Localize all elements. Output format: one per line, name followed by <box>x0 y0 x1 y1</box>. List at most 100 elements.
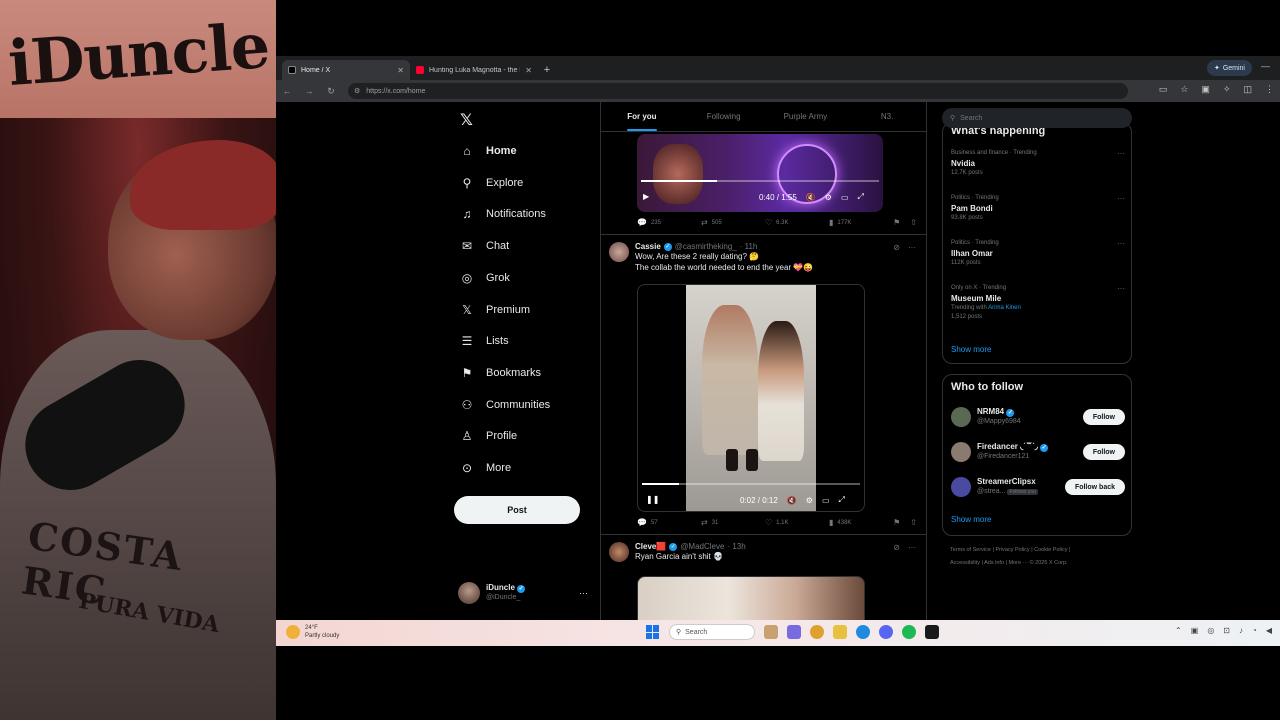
trend-item[interactable]: Politics · Trending Ilhan Omar 112K post… <box>951 239 1125 268</box>
tweet3-media[interactable] <box>637 576 865 620</box>
repost-button[interactable]: ⇄ 505 <box>701 218 765 227</box>
terminal-icon[interactable] <box>925 625 939 639</box>
tab-for-you[interactable]: For you <box>601 102 683 131</box>
views-button[interactable]: ▮ 438K <box>829 518 893 527</box>
tweet-time[interactable]: · 11h <box>740 242 758 251</box>
close-tab-icon[interactable]: ✕ <box>525 66 532 75</box>
follow-suggestion[interactable]: NRM84 ✓ @Mappy6984 Follow <box>951 403 1125 431</box>
edge-icon[interactable] <box>856 625 870 639</box>
show-more-link[interactable]: Show more <box>951 345 991 354</box>
pip-icon[interactable]: ▭ <box>841 193 849 202</box>
more-dots-icon[interactable]: ··· <box>1117 239 1125 248</box>
show-more-link[interactable]: Show more <box>951 515 991 524</box>
reply-button[interactable]: 💬 57 <box>637 518 701 527</box>
sidebar-item-chat[interactable]: ✉ Chat <box>460 233 509 259</box>
sidebar-item-explore[interactable]: ⚲ Explore <box>460 170 524 196</box>
file-explorer-icon[interactable] <box>833 625 847 639</box>
menu-icon[interactable]: ⋮ <box>1265 84 1274 95</box>
more-dots-icon[interactable]: ··· <box>579 588 588 598</box>
sidebar-item-home[interactable]: ⌂ Home <box>460 138 516 164</box>
more-dots-icon[interactable]: ··· <box>1117 194 1125 203</box>
close-tab-icon[interactable]: ✕ <box>397 66 404 75</box>
follow-suggestion[interactable]: Firedancer ◟ˊ꒳ˋ◞ ✓ @Firedancer121 Follow <box>951 438 1125 466</box>
search-input[interactable]: ⚲ Search <box>942 108 1132 128</box>
like-button[interactable]: ♡ 6.3K <box>765 218 829 227</box>
discord-icon[interactable] <box>879 625 893 639</box>
play-icon[interactable]: ▶ <box>643 192 649 201</box>
sidebar-item-grok[interactable]: ◎ Grok <box>460 265 510 291</box>
sidebar-item-notifications[interactable]: ♫ Notifications <box>460 201 546 227</box>
bookmark-star-icon[interactable]: ☆ <box>1180 84 1188 95</box>
forward-arrow-icon[interactable]: → <box>304 86 314 96</box>
copilot-icon[interactable] <box>787 625 801 639</box>
tweet-time[interactable]: · 13h <box>727 542 745 551</box>
volume-icon[interactable]: ◀ <box>1266 626 1272 635</box>
follow-suggestion[interactable]: StreamerClipsx @strea... Follows you Fol… <box>951 473 1125 501</box>
settings-icon[interactable]: ⚙ <box>806 496 813 505</box>
minimize-icon[interactable]: — <box>1261 61 1270 71</box>
more-dots-icon[interactable]: ··· <box>908 243 916 252</box>
mute-icon[interactable]: 🔇 <box>787 496 797 505</box>
extension-icon[interactable]: ▣ <box>1201 84 1210 95</box>
fullscreen-icon[interactable]: ⤢ <box>858 192 864 202</box>
more-dots-icon[interactable]: ··· <box>1117 149 1125 158</box>
trend-item[interactable]: Business and finance · Trending Nvidia 1… <box>951 149 1125 178</box>
url-field[interactable]: ⚙ https://x.com/home <box>348 83 1128 99</box>
browser-tab-x-home[interactable]: Home / X ✕ <box>282 60 410 80</box>
share-icon[interactable]: ⇧ <box>910 218 917 227</box>
tweet-author-name[interactable]: Cassie <box>635 242 661 251</box>
sidebar-item-bookmarks[interactable]: ⚑ Bookmarks <box>460 360 541 386</box>
sidebar-item-lists[interactable]: ☰ Lists <box>460 328 509 354</box>
pip-icon[interactable]: ▭ <box>822 496 830 505</box>
tweet-author-handle[interactable]: @MadCleve <box>680 542 724 551</box>
avatar[interactable] <box>609 242 629 262</box>
grok-icon[interactable]: ⊘ <box>893 243 900 252</box>
more-dots-icon[interactable]: ··· <box>1117 284 1125 293</box>
sidebar-item-profile[interactable]: ♙ Profile <box>460 423 518 449</box>
windows-start-icon[interactable] <box>646 625 660 639</box>
footer-line[interactable]: Accessibility | Ads info | More ··· © 20… <box>950 557 1130 570</box>
video-progress-bar[interactable] <box>642 483 860 485</box>
follow-button[interactable]: Follow <box>1082 444 1125 460</box>
follow-button[interactable]: Follow <box>1082 409 1125 425</box>
puzzle-icon[interactable]: ✧ <box>1223 84 1231 95</box>
trend-item[interactable]: Politics · Trending Pam Bondi 93.8K post… <box>951 194 1125 223</box>
install-app-icon[interactable]: ▭ <box>1159 84 1168 95</box>
tray-app-icon[interactable]: ◎ <box>1207 626 1214 635</box>
follow-back-button[interactable]: Follow back <box>1064 479 1125 495</box>
chrome-icon[interactable] <box>810 625 824 639</box>
trend-item[interactable]: Only on X · Trending Museum Mile Trendin… <box>951 284 1125 322</box>
grok-icon[interactable]: ⊘ <box>893 543 900 552</box>
sidepanel-icon[interactable]: ◫ <box>1243 84 1252 95</box>
weather-widget[interactable]: 24°F Partly cloudy <box>286 624 339 640</box>
chevron-up-icon[interactable]: ⌃ <box>1175 626 1182 635</box>
tab-purple-army[interactable]: Purple Army <box>765 102 847 131</box>
x-logo-icon[interactable]: 𝕏 <box>460 110 473 129</box>
gemini-button[interactable]: ✦ Gemini <box>1206 60 1252 76</box>
bookmark-icon[interactable]: ⚑ <box>893 518 900 527</box>
pause-icon[interactable]: ❚❚ <box>646 495 659 504</box>
video-progress-bar[interactable] <box>641 180 879 182</box>
network-icon[interactable]: ◔ <box>1252 626 1257 635</box>
settings-icon[interactable]: ⚙ <box>825 193 832 202</box>
tab-following[interactable]: Following <box>683 102 765 131</box>
footer-line[interactable]: Terms of Service | Privacy Policy | Cook… <box>950 544 1130 557</box>
tray-app-icon[interactable]: ▣ <box>1191 626 1199 635</box>
account-switcher[interactable]: iDuncle ✓ @iDuncle_ ··· <box>458 580 588 606</box>
like-button[interactable]: ♡ 1.1K <box>765 518 829 527</box>
tweet-author-name[interactable]: Cleve🟥 <box>635 542 666 551</box>
taskview-icon[interactable] <box>764 625 778 639</box>
sidebar-item-more[interactable]: ⊙ More <box>460 455 511 481</box>
microphone-icon[interactable]: ♪ <box>1239 626 1243 635</box>
taskbar-search[interactable]: ⚲ Search <box>669 624 755 640</box>
mute-icon[interactable]: 🔇 <box>806 193 816 202</box>
reload-icon[interactable]: ↻ <box>326 86 336 97</box>
back-arrow-icon[interactable]: ← <box>282 86 292 96</box>
reply-button[interactable]: 💬 235 <box>637 218 701 227</box>
avatar[interactable] <box>609 542 629 562</box>
share-icon[interactable]: ⇧ <box>910 518 917 527</box>
fullscreen-icon[interactable]: ⤢ <box>839 495 845 505</box>
post-button[interactable]: Post <box>454 496 580 524</box>
sidebar-item-communities[interactable]: ⚇ Communities <box>460 392 551 418</box>
more-dots-icon[interactable]: ··· <box>908 543 916 552</box>
